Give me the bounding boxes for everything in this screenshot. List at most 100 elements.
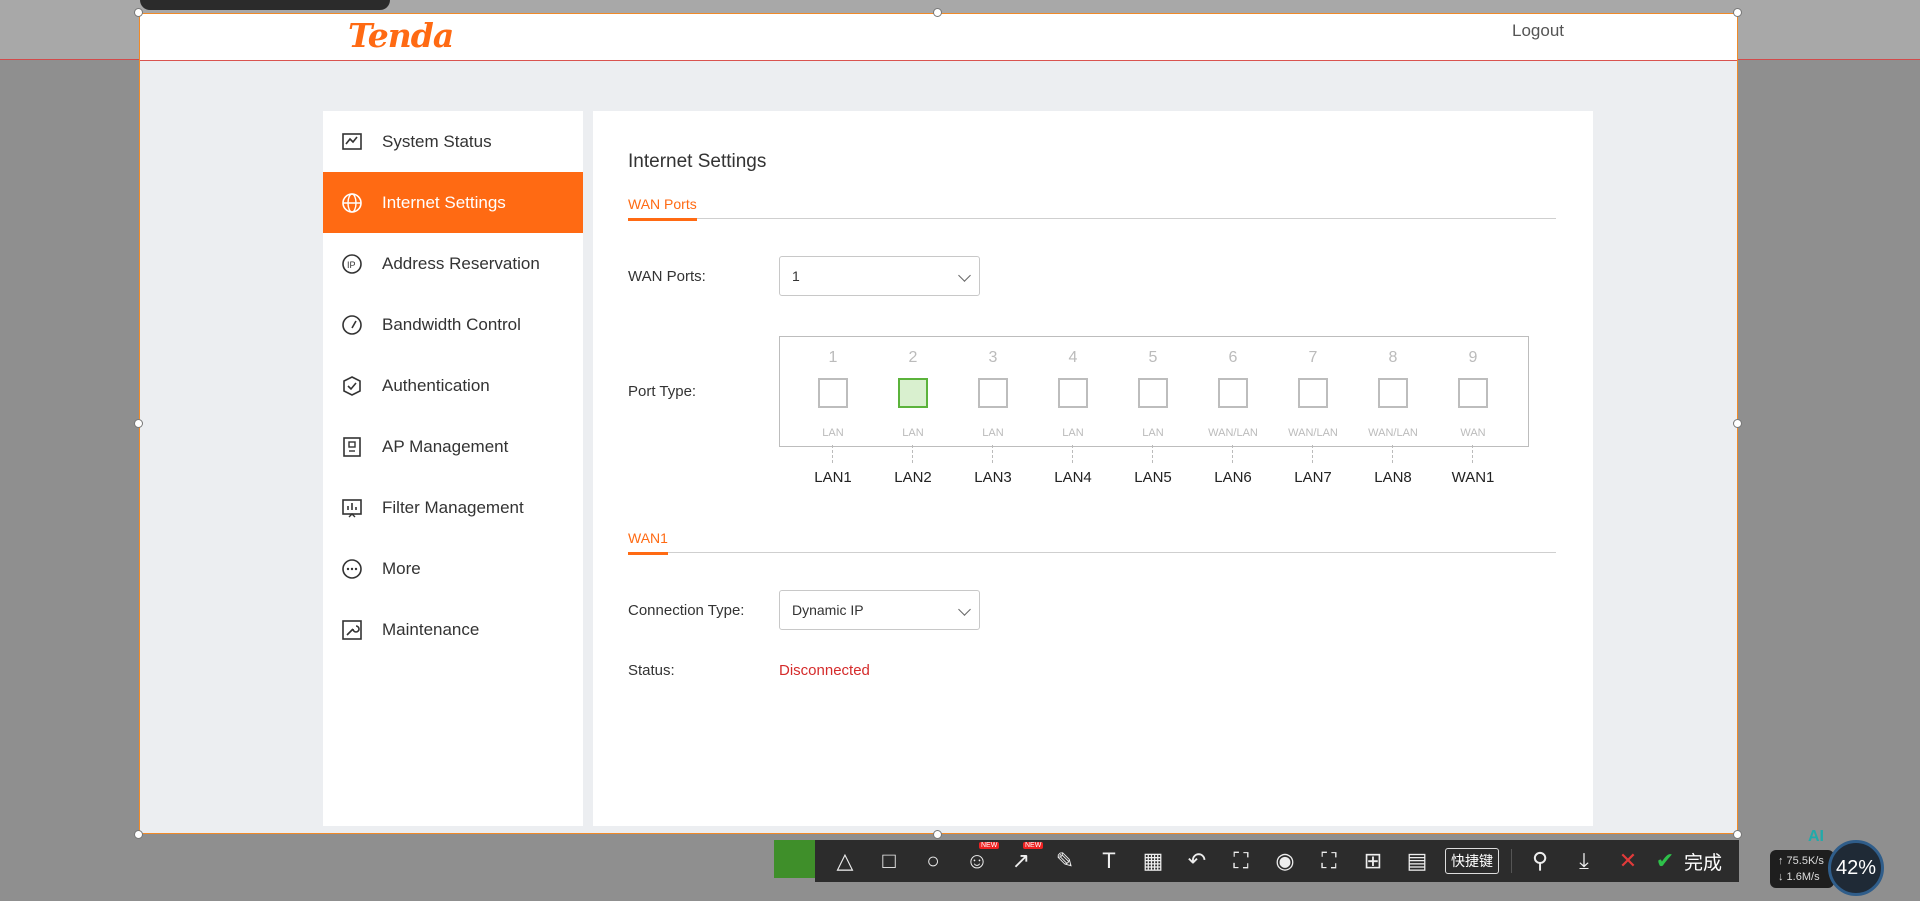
port-label: LAN7 xyxy=(1294,469,1332,486)
connector-line xyxy=(1072,445,1073,463)
sidebar-item-bandwidth-control[interactable]: Bandwidth Control xyxy=(323,294,583,355)
undo-button[interactable]: ↶ xyxy=(1175,840,1219,882)
capture-tab xyxy=(140,0,390,10)
shapes-icon: △ xyxy=(836,848,854,873)
port-8[interactable]: 8 WAN/LAN LAN8 xyxy=(1353,337,1433,487)
comment-button[interactable]: ▤ xyxy=(1395,840,1439,882)
connection-type-select[interactable]: Dynamic IP xyxy=(779,590,980,630)
sidebar-item-maintenance[interactable]: Maintenance xyxy=(323,599,583,660)
port-type: WAN xyxy=(1460,427,1486,439)
port-label: LAN1 xyxy=(814,469,852,486)
arrow-tool-button[interactable]: ↗ NEW xyxy=(999,840,1044,882)
resize-handle[interactable] xyxy=(134,419,143,428)
status-label: Status: xyxy=(628,662,675,679)
ocr-icon: ⛶ xyxy=(1321,848,1337,873)
port-3[interactable]: 3 LAN LAN3 xyxy=(953,337,1033,487)
wan-ports-label: WAN Ports: xyxy=(628,268,706,285)
capture-selection[interactable]: Tenda Logout System Status Internet Sett… xyxy=(139,13,1738,834)
port-7[interactable]: 7 WAN/LAN LAN7 xyxy=(1273,337,1353,487)
port-5[interactable]: 5 LAN LAN5 xyxy=(1113,337,1193,487)
download-button[interactable]: ⤓ xyxy=(1562,840,1606,882)
ethernet-port-icon xyxy=(1458,378,1488,408)
page-title: Internet Settings xyxy=(628,151,767,172)
sidebar-item-filter-management[interactable]: Filter Management xyxy=(323,477,583,538)
ocr-button[interactable]: ⛶ xyxy=(1307,840,1351,882)
dim-overlay-left xyxy=(0,60,139,811)
pen-tool-button[interactable]: ✎ xyxy=(1043,840,1087,882)
port-number: 9 xyxy=(1468,349,1478,366)
rectangle-icon: □ xyxy=(882,848,896,873)
dim-overlay-right xyxy=(1738,60,1920,811)
resize-handle[interactable] xyxy=(1733,419,1742,428)
logout-link[interactable]: Logout xyxy=(1512,21,1564,41)
ethernet-port-icon xyxy=(818,378,848,408)
add-image-button[interactable]: ⊞ xyxy=(1351,840,1395,882)
resize-handle[interactable] xyxy=(134,830,143,839)
resize-handle[interactable] xyxy=(1733,8,1742,17)
shortcut-button[interactable]: 快捷键 xyxy=(1445,848,1499,874)
connector-line xyxy=(832,445,833,463)
resize-handle[interactable] xyxy=(1733,830,1742,839)
record-icon: ◉ xyxy=(1275,848,1295,873)
port-type: LAN xyxy=(902,427,924,439)
resize-handle[interactable] xyxy=(933,830,942,839)
capture-toolbar: △ □ ○ ☺ NEW ↗ NEW ✎ T ▦ ↶ ⛶ ◉ ⛶ ⊞ ▤ 快捷键 ⚲ … xyxy=(815,840,1739,882)
tab-wan1[interactable]: WAN1 xyxy=(628,530,668,555)
sidebar-item-internet-settings[interactable]: Internet Settings xyxy=(323,172,583,233)
sidebar-item-label: Maintenance xyxy=(382,619,480,639)
sidebar-item-system-status[interactable]: System Status xyxy=(323,111,583,172)
shape-tool-button[interactable]: △ xyxy=(823,840,867,882)
tab-wan-ports[interactable]: WAN Ports xyxy=(628,196,697,221)
sidebar-item-authentication[interactable]: Authentication xyxy=(323,355,583,416)
done-label[interactable]: 完成 xyxy=(1684,848,1722,875)
sticker-tool-button[interactable]: ☺ NEW xyxy=(955,840,1000,882)
connector-line xyxy=(1472,445,1473,463)
sidebar-item-address-reservation[interactable]: IP Address Reservation xyxy=(323,233,583,294)
translate-button[interactable]: ⛶ xyxy=(1219,840,1263,882)
port-4[interactable]: 4 LAN LAN4 xyxy=(1033,337,1113,487)
sidebar-item-more[interactable]: More xyxy=(323,538,583,599)
wan-ports-value: 1 xyxy=(792,268,800,284)
wan-ports-select[interactable]: 1 xyxy=(779,256,980,296)
sidebar-item-label: System Status xyxy=(382,131,492,151)
download-speed: ↓ 1.6M/s xyxy=(1778,871,1820,883)
network-monitor-widget[interactable]: AI ↑ 75.5K/s ↓ 1.6M/s 42% xyxy=(1770,828,1890,898)
wrench-icon xyxy=(340,618,364,642)
pin-icon: ⚲ xyxy=(1531,848,1549,873)
port-label: LAN6 xyxy=(1214,469,1252,486)
mosaic-tool-button[interactable]: ▦ xyxy=(1131,840,1175,882)
resize-handle[interactable] xyxy=(134,8,143,17)
port-2[interactable]: 2 LAN LAN2 xyxy=(873,337,953,487)
sidebar-item-ap-management[interactable]: AP Management xyxy=(323,416,583,477)
text-tool-button[interactable]: T xyxy=(1087,840,1131,882)
pin-button[interactable]: ⚲ xyxy=(1518,840,1562,882)
sidebar-item-label: More xyxy=(382,558,421,578)
main-panel: Internet Settings WAN Ports WAN Ports: 1… xyxy=(593,111,1593,826)
color-swatch[interactable] xyxy=(774,840,816,878)
port-label: LAN3 xyxy=(974,469,1012,486)
confirm-button[interactable]: ✔ xyxy=(1650,840,1680,882)
connector-line xyxy=(1312,445,1313,463)
toolbar-divider xyxy=(1511,849,1512,873)
usage-percent: 42% xyxy=(1828,840,1884,896)
port-label: LAN2 xyxy=(894,469,932,486)
port-9[interactable]: 9 WAN WAN1 xyxy=(1433,337,1513,487)
port-1[interactable]: 1 LAN LAN1 xyxy=(793,337,873,487)
more-icon xyxy=(340,557,364,581)
new-badge: NEW xyxy=(979,842,1000,849)
rectangle-tool-button[interactable]: □ xyxy=(867,840,911,882)
mosaic-icon: ▦ xyxy=(1142,848,1164,873)
port-type: LAN xyxy=(982,427,1004,439)
text-icon: T xyxy=(1102,848,1116,873)
status-value: Disconnected xyxy=(779,662,870,679)
ellipse-tool-button[interactable]: ○ xyxy=(911,840,955,882)
cancel-button[interactable]: ✕ xyxy=(1606,840,1650,882)
ethernet-port-icon xyxy=(1138,378,1168,408)
tenda-logo: Tenda xyxy=(348,16,454,55)
record-button[interactable]: ◉ xyxy=(1263,840,1307,882)
wan1-section-header: WAN1 xyxy=(628,530,1556,555)
port-6[interactable]: 6 WAN/LAN LAN6 xyxy=(1193,337,1273,487)
port-type: WAN/LAN xyxy=(1288,427,1338,439)
resize-handle[interactable] xyxy=(933,8,942,17)
port-number: 2 xyxy=(908,349,918,366)
